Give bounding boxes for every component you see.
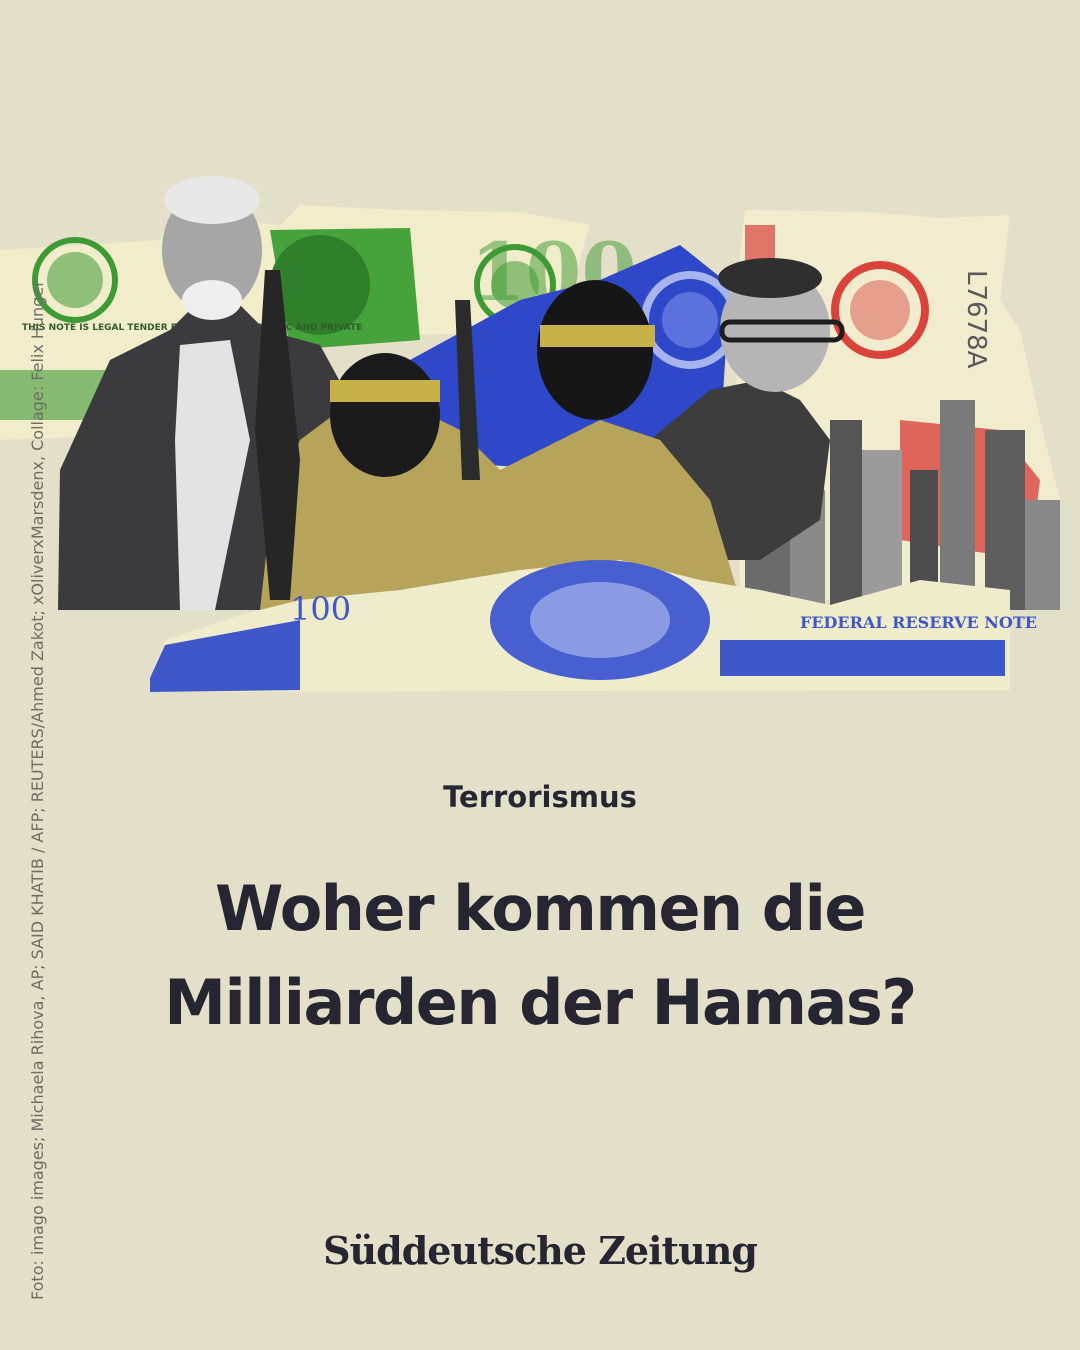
headline: Woher kommen die Milliarden der Hamas? bbox=[60, 862, 1020, 1050]
section-kicker: Terrorismus bbox=[443, 780, 637, 814]
photo-collage: 100 THIS NOTE IS LEGAL TENDER FOR ALL DE… bbox=[0, 176, 1060, 692]
photo-credit: Foto: imago images; Michaela Rihova, AP;… bbox=[28, 280, 47, 1300]
brand-logo: Süddeutsche Zeitung bbox=[323, 1228, 758, 1273]
note-bottom-value-text: 100 bbox=[290, 590, 351, 628]
headline-line-1: Woher kommen die bbox=[215, 872, 866, 945]
note-bottom-label-text: FEDERAL RESERVE NOTE bbox=[800, 613, 1037, 632]
headline-line-2: Milliarden der Hamas? bbox=[164, 966, 917, 1039]
note-right-serial-text: L7678A bbox=[961, 270, 991, 369]
